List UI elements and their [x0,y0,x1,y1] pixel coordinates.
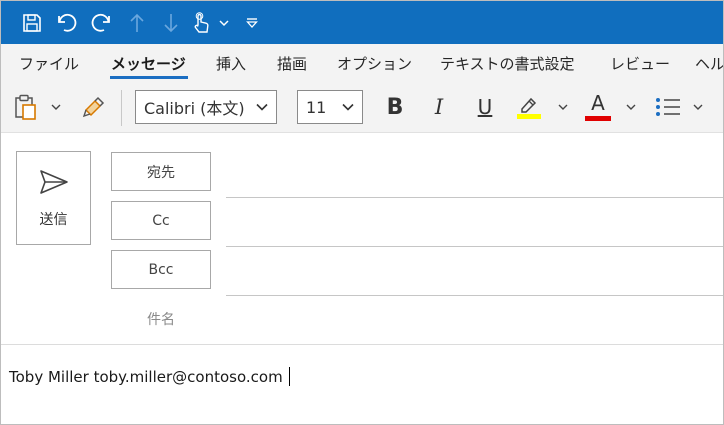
ribbon-toolbar: Calibri (本文) 11 B I U A [1,82,723,133]
to-label: 宛先 [147,164,175,181]
font-name-select[interactable]: Calibri (本文) [135,90,277,124]
underline-label: U [477,95,493,119]
chevron-down-icon [342,103,354,111]
font-color-swatch [585,116,611,121]
subject-label: 件名 [147,312,175,328]
underline-button[interactable]: U [473,92,497,122]
bold-label: B [386,94,404,120]
toolbar-separator [121,90,122,126]
cc-input[interactable] [226,246,723,247]
highlight-color-swatch [517,114,541,119]
chevron-down-icon [256,103,268,111]
compose-window: ファイル メッセージ 挿入 描画 オプション テキストの書式設定 レビュー ヘル… [0,0,724,425]
send-icon [40,170,68,194]
bullets-icon[interactable] [654,94,682,120]
send-label: 送信 [39,212,68,228]
font-name-value: Calibri (本文) [144,99,245,118]
cc-button[interactable]: Cc [111,201,211,240]
to-button[interactable]: 宛先 [111,152,211,191]
text-caret [288,367,290,386]
bcc-input[interactable] [226,295,723,296]
highlight-icon[interactable] [515,92,543,122]
signature-text: Toby Miller toby.miller@contoso.com [9,368,283,386]
tab-options[interactable]: オプション [337,53,412,74]
font-color-chevron-down-icon[interactable] [624,100,638,114]
tab-review[interactable]: レビュー [610,53,670,74]
cc-label: Cc [152,212,170,229]
bullets-chevron-down-icon[interactable] [691,100,705,114]
paste-chevron-down-icon[interactable] [49,100,63,114]
font-size-select[interactable]: 11 [297,90,363,124]
save-icon[interactable] [20,11,44,35]
active-tab-indicator [110,76,188,79]
body-divider [1,344,723,345]
italic-button[interactable]: I [427,92,451,122]
ribbon-tabs: ファイル メッセージ 挿入 描画 オプション テキストの書式設定 レビュー ヘル [1,44,723,82]
touch-mode-icon[interactable] [190,11,212,35]
undo-icon[interactable] [55,11,79,35]
tab-format-text[interactable]: テキストの書式設定 [440,53,575,74]
bcc-button[interactable]: Bcc [111,250,211,289]
chevron-down-icon[interactable] [218,11,230,35]
tab-help[interactable]: ヘル [695,53,723,74]
to-input[interactable] [226,197,723,198]
font-color-icon[interactable]: A [584,92,612,122]
font-size-value: 11 [306,97,327,117]
font-color-label: A [591,91,605,115]
tab-message[interactable]: メッセージ [111,53,186,74]
send-button[interactable]: 送信 [16,151,91,245]
redo-icon[interactable] [89,11,113,35]
tab-file[interactable]: ファイル [19,53,79,74]
bold-button[interactable]: B [381,92,409,122]
down-arrow-icon[interactable] [160,11,182,35]
bcc-label: Bcc [148,261,174,278]
customize-qat-icon[interactable] [245,11,259,35]
title-bar [1,1,723,44]
up-arrow-icon[interactable] [126,11,148,35]
tab-draw[interactable]: 描画 [277,53,307,74]
tab-insert[interactable]: 挿入 [216,53,246,74]
message-body[interactable]: Toby Miller toby.miller@contoso.com [9,367,290,387]
highlight-chevron-down-icon[interactable] [556,100,570,114]
italic-label: I [434,95,444,119]
format-painter-icon[interactable] [81,94,107,120]
paste-icon[interactable] [13,94,39,120]
